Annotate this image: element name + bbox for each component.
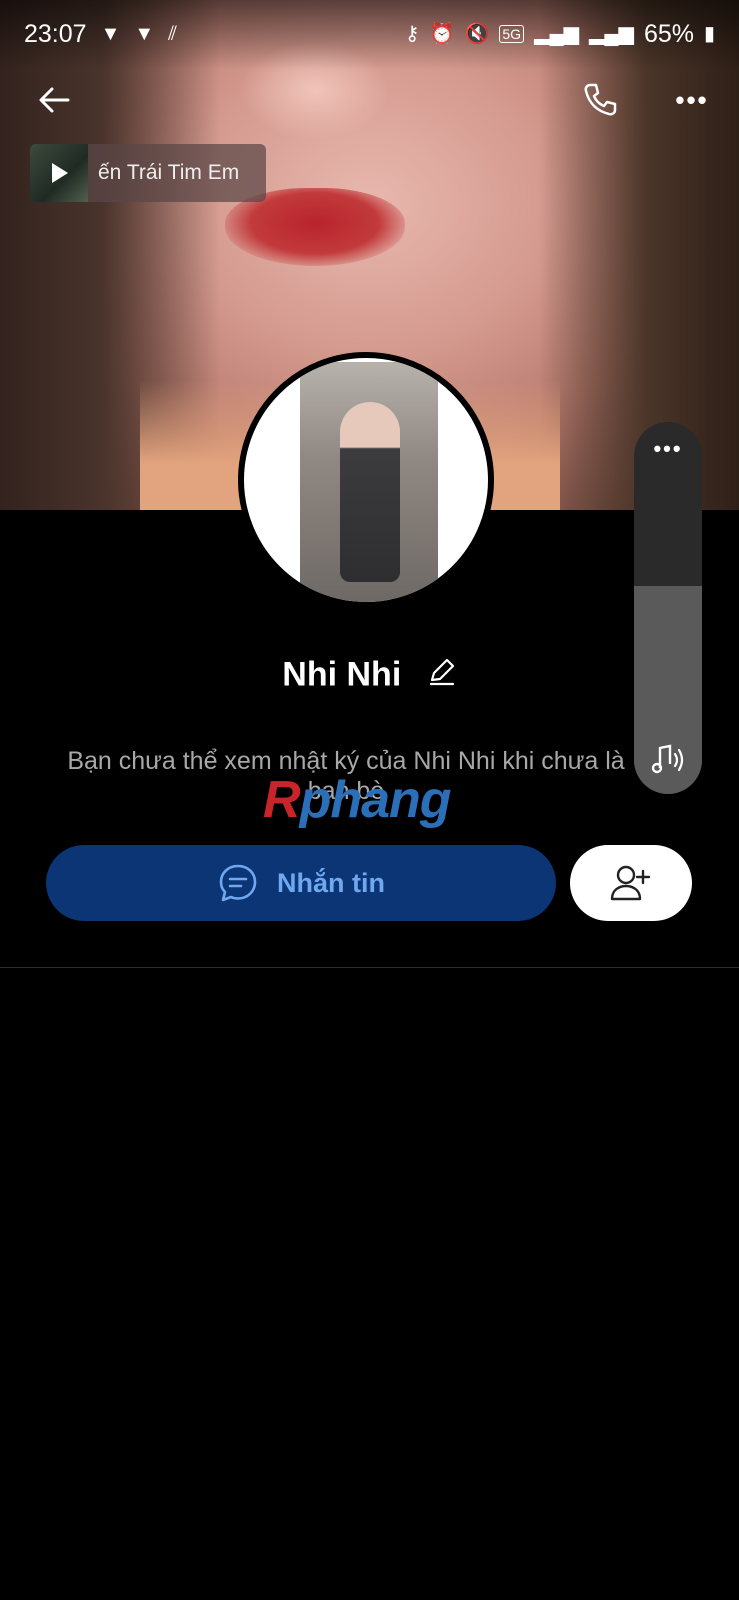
top-bar: ••• [0,70,739,130]
profile-music-chip[interactable]: ến Trái Tim Em [30,144,266,202]
sound-on-icon[interactable] [648,740,688,780]
battery-icon: ▮ [703,23,715,45]
phone-icon [584,83,617,116]
vpn-triangle-icon-2: ▼ [134,23,155,45]
volume-panel[interactable]: ••• [634,422,702,794]
status-bar: 23:07 ▼ ▼ ⫽ ⚷ ⏰ 🔇 5G ▂▄▆ ▂▄▆ 65% ▮ [0,0,739,68]
profile-name: Nhi Nhi [0,654,739,695]
avatar-figure [340,402,400,582]
signal-stripes-icon: ⫽ [168,23,178,45]
avatar[interactable] [238,352,494,608]
music-title: ến Trái Tim Em [98,161,240,184]
message-button-label: Nhắn tin [277,867,385,898]
back-arrow-icon [39,87,70,113]
call-button[interactable] [578,78,622,122]
back-button[interactable] [32,78,76,122]
watermark-part-1: R [263,771,301,829]
message-button[interactable]: Nhắn tin [46,845,556,921]
section-divider [0,967,739,968]
music-thumbnail [30,144,88,202]
add-friend-icon [610,865,651,901]
alarm-icon: ⏰ [429,23,455,45]
play-icon [52,163,68,183]
profile-name-text: Nhi Nhi [282,655,402,694]
signal-bars-icon: ▂▄▆ [534,23,579,45]
chat-bubble-icon [219,864,257,902]
watermark-logo: Rphang [263,770,452,830]
more-icon: ••• [675,84,709,115]
key-icon: ⚷ [404,23,420,45]
battery-percent: 65% [643,19,694,48]
status-time: 23:07 [24,19,87,48]
network-type-label: 5G [499,25,525,43]
avatar-photo [300,362,438,602]
signal-bars-icon-2: ▂▄▆ [589,23,634,45]
watermark-part-2: phang [299,771,452,829]
volume-more-icon[interactable]: ••• [634,436,702,462]
mute-icon: 🔇 [464,23,490,45]
vpn-triangle-icon: ▼ [100,23,121,45]
more-options-button[interactable]: ••• [670,78,714,122]
edit-name-icon[interactable] [427,656,457,695]
add-friend-button[interactable] [570,845,692,921]
